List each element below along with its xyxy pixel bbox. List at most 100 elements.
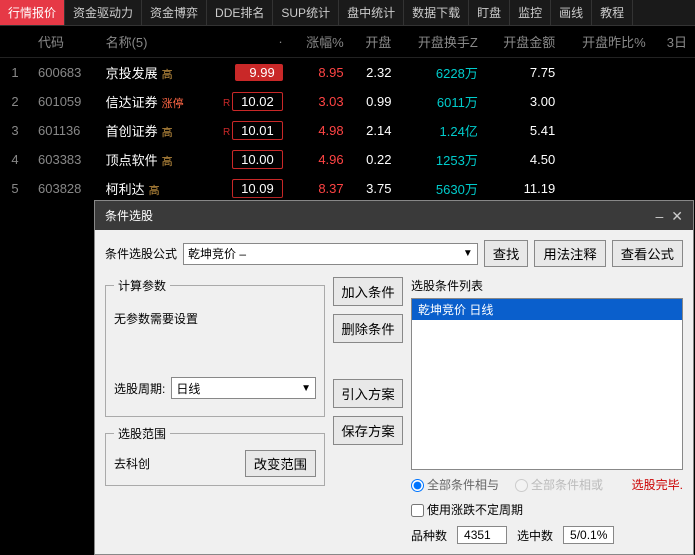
table-row[interactable]: 2601059信达证券涨停R10.023.030.996011万3.00 <box>0 87 695 116</box>
open-turnover: 0.22 <box>352 145 400 174</box>
save-plan-button[interactable]: 保存方案 <box>333 416 403 445</box>
open-turnover: 2.14 <box>352 116 400 145</box>
use-uncertain-checkbox[interactable] <box>411 504 424 517</box>
open-amount: 1.24亿 <box>399 116 485 145</box>
range-fieldset: 选股范围 去科创 改变范围 <box>105 425 325 486</box>
column-header[interactable]: 名称(5) <box>98 26 205 58</box>
open-ratio: 4.50 <box>486 145 563 174</box>
open-turnover: 0.99 <box>352 87 400 116</box>
close-icon[interactable]: ✕ <box>671 209 683 223</box>
open-price: 4.98 <box>291 116 352 145</box>
dialog-title-text: 条件选股 <box>105 207 153 224</box>
open-price: 8.95 <box>291 58 352 88</box>
formula-value: 乾坤竞价 – <box>188 245 246 262</box>
table-row[interactable]: 1600683京投发展高9.998.952.326228万7.75 <box>0 58 695 88</box>
row-index: 5 <box>0 174 30 203</box>
open-amount: 6011万 <box>399 87 485 116</box>
delete-condition-button[interactable]: 删除条件 <box>333 314 403 343</box>
change-cell: 10.09 <box>205 174 291 203</box>
find-button[interactable]: 查找 <box>484 240 529 267</box>
calc-params-fieldset: 计算参数 无参数需要设置 选股周期: 日线 ▼ <box>105 277 325 417</box>
column-header[interactable]: 开盘昨比% <box>563 26 654 58</box>
table-row[interactable]: 4603383顶点软件高10.004.960.221253万4.50 <box>0 145 695 174</box>
open-amount: 5630万 <box>399 174 485 203</box>
top-tab-9[interactable]: 画线 <box>551 0 592 25</box>
stock-name-cell: 首创证券高 <box>98 116 205 145</box>
period-label: 选股周期: <box>114 380 165 397</box>
top-tab-7[interactable]: 盯盘 <box>469 0 510 25</box>
usage-button[interactable]: 用法注释 <box>534 240 605 267</box>
row-index: 1 <box>0 58 30 88</box>
view-formula-button[interactable]: 查看公式 <box>612 240 683 267</box>
add-condition-button[interactable]: 加入条件 <box>333 277 403 306</box>
stock-count-label: 品种数 <box>411 527 447 544</box>
chevron-down-icon: ▼ <box>463 248 473 259</box>
selected-count-value: 5/0.1% <box>563 526 614 544</box>
open-price: 3.03 <box>291 87 352 116</box>
radio-or-input <box>515 479 528 492</box>
import-plan-button[interactable]: 引入方案 <box>333 379 403 408</box>
radio-or[interactable]: 全部条件相或 <box>515 476 603 493</box>
radio-and-input[interactable] <box>411 479 424 492</box>
period-select[interactable]: 日线 ▼ <box>171 377 316 399</box>
stock-code: 600683 <box>30 58 98 88</box>
row-index: 3 <box>0 116 30 145</box>
top-tab-1[interactable]: 资金驱动力 <box>65 0 142 25</box>
condition-list-label: 选股条件列表 <box>411 277 683 294</box>
selected-label: 选中数 <box>517 527 553 544</box>
open-price: 8.37 <box>291 174 352 203</box>
column-header[interactable]: · <box>205 26 291 58</box>
condition-list-item[interactable]: 乾坤竞价 日线 <box>412 299 682 320</box>
top-tab-2[interactable]: 资金博弈 <box>142 0 207 25</box>
column-header[interactable]: 开盘金额 <box>486 26 563 58</box>
change-cell: 10.00 <box>205 145 291 174</box>
row-index: 2 <box>0 87 30 116</box>
open-ratio: 11.19 <box>486 174 563 203</box>
col-3day <box>563 174 654 203</box>
column-header[interactable]: 代码 <box>30 26 98 58</box>
stock-code: 603383 <box>30 145 98 174</box>
open-ratio: 7.75 <box>486 58 563 88</box>
open-amount: 6228万 <box>399 58 485 88</box>
table-row[interactable]: 5603828柯利达高10.098.373.755630万11.19 <box>0 174 695 203</box>
top-tab-4[interactable]: SUP统计 <box>273 0 339 25</box>
stock-count-value: 4351 <box>457 526 507 544</box>
change-cell: R10.02 <box>205 87 291 116</box>
stock-name-cell: 京投发展高 <box>98 58 205 88</box>
column-header[interactable]: 涨幅% <box>291 26 352 58</box>
top-tab-8[interactable]: 监控 <box>510 0 551 25</box>
range-text: 去科创 <box>114 455 150 472</box>
change-cell: 9.99 <box>205 58 291 88</box>
col-3day <box>563 58 654 88</box>
open-turnover: 2.32 <box>352 58 400 88</box>
top-tab-6[interactable]: 数据下载 <box>404 0 469 25</box>
open-ratio: 5.41 <box>486 116 563 145</box>
top-tab-5[interactable]: 盘中统计 <box>339 0 404 25</box>
change-cell: R10.01 <box>205 116 291 145</box>
col-3day <box>563 87 654 116</box>
period-value: 日线 <box>176 380 200 397</box>
column-header[interactable]: 开盘换手Z <box>399 26 485 58</box>
column-header[interactable] <box>0 26 30 58</box>
use-uncertain-check[interactable]: 使用涨跌不定周期 <box>411 501 523 518</box>
no-params-text: 无参数需要设置 <box>114 310 316 327</box>
minimize-icon[interactable]: – <box>655 209 663 223</box>
change-range-button[interactable]: 改变范围 <box>245 450 316 477</box>
column-header[interactable]: 3日 <box>654 26 695 58</box>
open-turnover: 3.75 <box>352 174 400 203</box>
formula-label: 条件选股公式 <box>105 245 177 262</box>
col-3day <box>563 116 654 145</box>
stock-filter-dialog: 条件选股 – ✕ 条件选股公式 乾坤竞价 – ▼ 查找 用法注释 查看公式 计算… <box>94 200 694 555</box>
table-row[interactable]: 3601136首创证券高R10.014.982.141.24亿5.41 <box>0 116 695 145</box>
stock-code: 601136 <box>30 116 98 145</box>
condition-list[interactable]: 乾坤竞价 日线 <box>411 298 683 470</box>
top-tab-3[interactable]: DDE排名 <box>207 0 273 25</box>
stock-name-cell: 信达证券涨停 <box>98 87 205 116</box>
dialog-titlebar[interactable]: 条件选股 – ✕ <box>95 201 693 230</box>
radio-and[interactable]: 全部条件相与 <box>411 476 499 493</box>
formula-select[interactable]: 乾坤竞价 – ▼ <box>183 243 478 265</box>
row-index: 4 <box>0 145 30 174</box>
column-header[interactable]: 开盘 <box>352 26 400 58</box>
top-tab-10[interactable]: 教程 <box>592 0 633 25</box>
top-tab-0[interactable]: 行情报价 <box>0 0 65 25</box>
